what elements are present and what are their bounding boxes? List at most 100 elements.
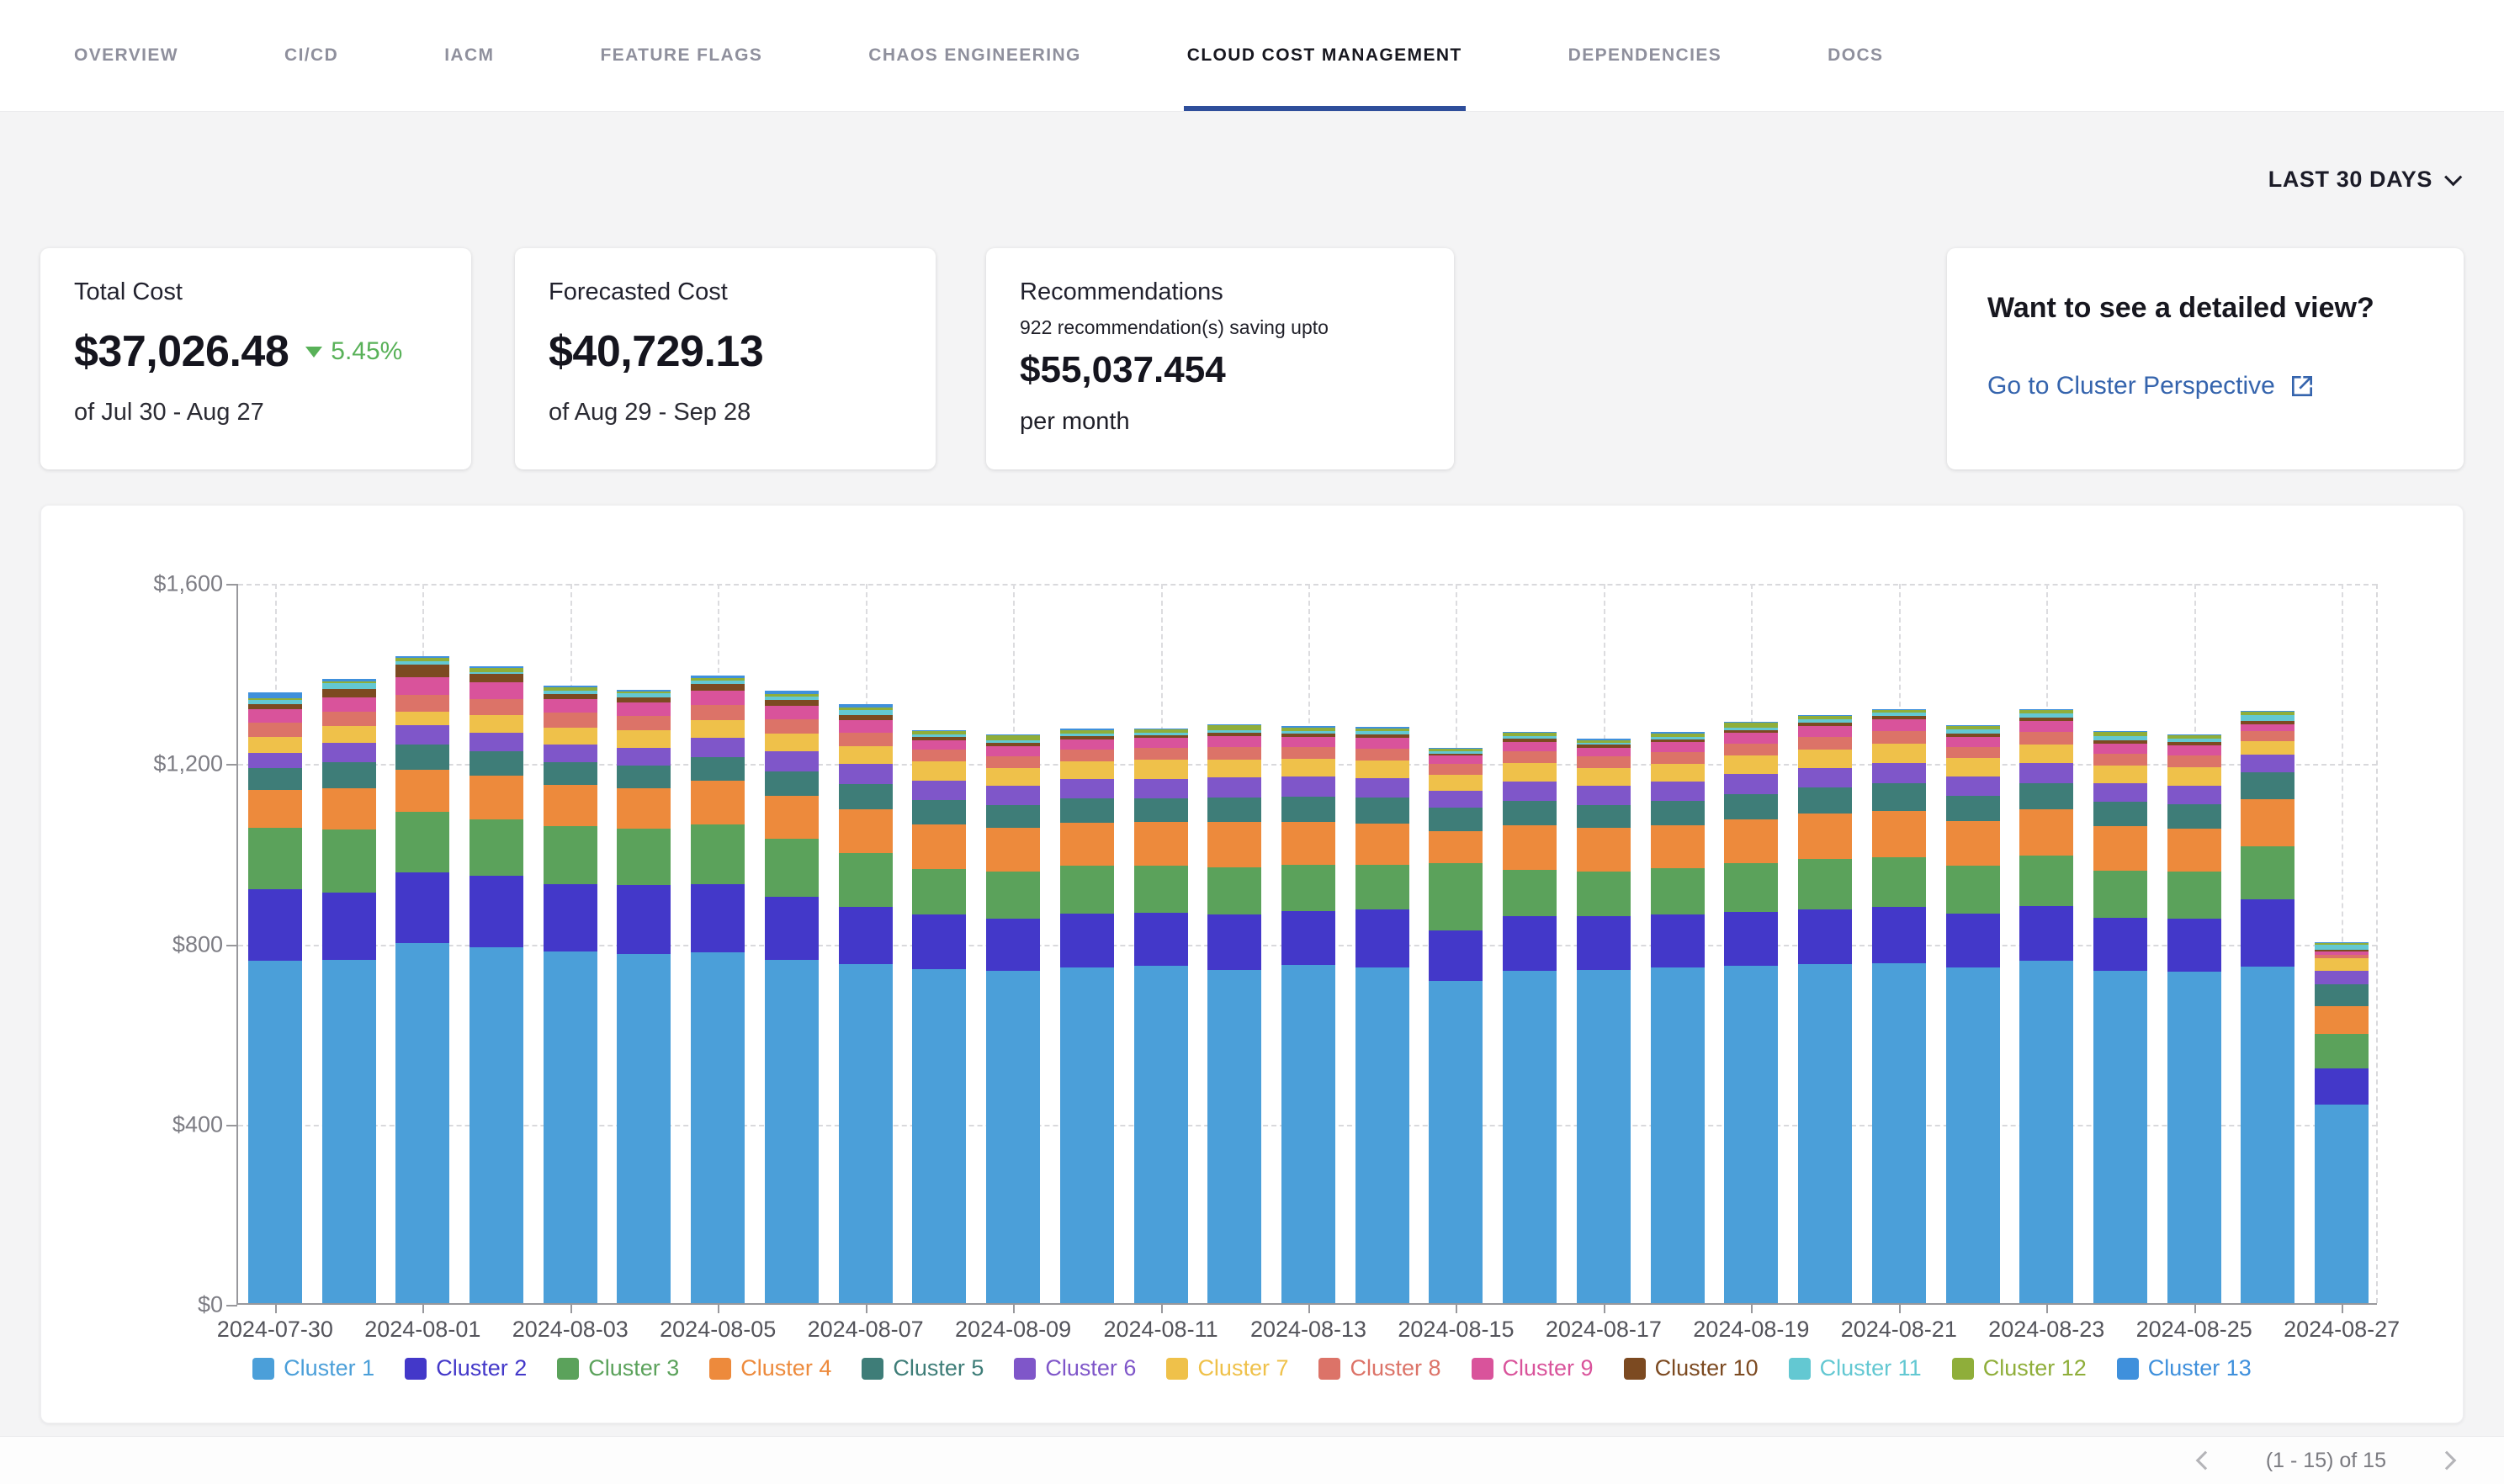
bar-segment-cluster-1[interactable] <box>765 960 819 1303</box>
bar-2024-08-22[interactable] <box>1946 725 2000 1303</box>
bar-segment-cluster-2[interactable] <box>986 919 1040 971</box>
bar-segment-cluster-6[interactable] <box>1429 791 1483 808</box>
bar-segment-cluster-6[interactable] <box>1355 778 1409 797</box>
tab-cicd[interactable]: CI/CD <box>284 0 338 111</box>
bar-segment-cluster-7[interactable] <box>1207 760 1261 777</box>
bar-segment-cluster-9[interactable] <box>1060 739 1114 750</box>
bar-segment-cluster-6[interactable] <box>1724 774 1778 794</box>
bar-segment-cluster-8[interactable] <box>1281 747 1335 759</box>
legend-item-cluster-7[interactable]: Cluster 7 <box>1166 1355 1288 1381</box>
legend-item-cluster-3[interactable]: Cluster 3 <box>557 1355 679 1381</box>
bar-segment-cluster-4[interactable] <box>1281 822 1335 865</box>
bar-segment-cluster-1[interactable] <box>839 964 893 1303</box>
bar-segment-cluster-1[interactable] <box>617 954 671 1303</box>
bar-2024-08-18[interactable] <box>1651 732 1705 1303</box>
bar-2024-08-21[interactable] <box>1872 709 1926 1303</box>
bar-segment-cluster-6[interactable] <box>986 786 1040 804</box>
bar-segment-cluster-8[interactable] <box>470 699 523 715</box>
bar-segment-cluster-3[interactable] <box>2093 871 2147 918</box>
bar-segment-cluster-2[interactable] <box>1355 909 1409 967</box>
bar-segment-cluster-5[interactable] <box>1946 796 2000 821</box>
bar-segment-cluster-6[interactable] <box>1577 786 1631 804</box>
bar-segment-cluster-3[interactable] <box>2241 846 2294 899</box>
bar-segment-cluster-5[interactable] <box>1503 801 1557 825</box>
bar-2024-08-04[interactable] <box>617 690 671 1303</box>
bar-segment-cluster-3[interactable] <box>1281 865 1335 911</box>
chevron-right-icon[interactable] <box>2438 1451 2457 1471</box>
bar-segment-cluster-1[interactable] <box>1798 964 1852 1303</box>
bar-segment-cluster-10[interactable] <box>322 689 376 697</box>
bar-segment-cluster-8[interactable] <box>1134 748 1188 760</box>
bar-segment-cluster-2[interactable] <box>2315 1068 2369 1105</box>
bar-segment-cluster-2[interactable] <box>1134 913 1188 966</box>
bar-segment-cluster-8[interactable] <box>544 713 597 727</box>
bar-segment-cluster-1[interactable] <box>1577 970 1631 1303</box>
bar-segment-cluster-9[interactable] <box>765 706 819 719</box>
bar-segment-cluster-7[interactable] <box>691 720 745 738</box>
bar-segment-cluster-5[interactable] <box>691 757 745 781</box>
bar-segment-cluster-1[interactable] <box>395 943 449 1304</box>
legend-item-cluster-5[interactable]: Cluster 5 <box>862 1355 984 1381</box>
bar-2024-08-05[interactable] <box>691 676 745 1303</box>
tab-feature-flags[interactable]: FEATURE FLAGS <box>600 0 762 111</box>
bar-segment-cluster-7[interactable] <box>470 715 523 733</box>
bar-segment-cluster-5[interactable] <box>544 762 597 785</box>
bar-segment-cluster-5[interactable] <box>2093 802 2147 826</box>
bar-segment-cluster-6[interactable] <box>1134 779 1188 799</box>
bar-segment-cluster-7[interactable] <box>1946 758 2000 776</box>
bar-segment-cluster-6[interactable] <box>1207 777 1261 798</box>
bar-segment-cluster-3[interactable] <box>2315 1034 2369 1069</box>
bar-segment-cluster-2[interactable] <box>544 884 597 951</box>
bar-segment-cluster-6[interactable] <box>2093 783 2147 802</box>
bar-2024-08-17[interactable] <box>1577 739 1631 1303</box>
bar-segment-cluster-9[interactable] <box>248 709 302 723</box>
bar-segment-cluster-8[interactable] <box>248 723 302 738</box>
bar-segment-cluster-5[interactable] <box>2315 984 2369 1006</box>
bar-segment-cluster-5[interactable] <box>765 771 819 796</box>
bar-segment-cluster-1[interactable] <box>2093 971 2147 1303</box>
bar-segment-cluster-9[interactable] <box>1577 748 1631 757</box>
bar-segment-cluster-8[interactable] <box>1798 737 1852 750</box>
bar-segment-cluster-4[interactable] <box>617 788 671 829</box>
bar-segment-cluster-2[interactable] <box>322 893 376 960</box>
bar-segment-cluster-6[interactable] <box>1651 782 1705 800</box>
bar-segment-cluster-5[interactable] <box>1724 794 1778 819</box>
legend-item-cluster-12[interactable]: Cluster 12 <box>1952 1355 2087 1381</box>
bar-segment-cluster-4[interactable] <box>2315 1006 2369 1034</box>
bar-segment-cluster-3[interactable] <box>1134 866 1188 913</box>
legend-item-cluster-1[interactable]: Cluster 1 <box>252 1355 374 1381</box>
bar-segment-cluster-11[interactable] <box>322 683 376 689</box>
bar-segment-cluster-8[interactable] <box>839 733 893 746</box>
bar-segment-cluster-3[interactable] <box>765 839 819 897</box>
bar-segment-cluster-5[interactable] <box>248 768 302 790</box>
bar-segment-cluster-7[interactable] <box>1134 760 1188 778</box>
bar-segment-cluster-3[interactable] <box>248 828 302 889</box>
bar-2024-08-01[interactable] <box>395 656 449 1303</box>
bar-segment-cluster-2[interactable] <box>2241 899 2294 967</box>
bar-segment-cluster-6[interactable] <box>2019 763 2073 783</box>
bar-segment-cluster-1[interactable] <box>2241 967 2294 1303</box>
bar-segment-cluster-5[interactable] <box>1134 798 1188 822</box>
bar-segment-cluster-8[interactable] <box>1577 756 1631 767</box>
bar-segment-cluster-2[interactable] <box>470 876 523 947</box>
bar-segment-cluster-1[interactable] <box>1724 966 1778 1303</box>
bar-segment-cluster-6[interactable] <box>1872 763 1926 784</box>
bar-segment-cluster-8[interactable] <box>1503 751 1557 763</box>
bar-segment-cluster-6[interactable] <box>322 743 376 762</box>
bar-segment-cluster-4[interactable] <box>839 809 893 853</box>
bar-2024-08-20[interactable] <box>1798 715 1852 1303</box>
bar-segment-cluster-3[interactable] <box>2019 856 2073 906</box>
bar-segment-cluster-1[interactable] <box>1872 963 1926 1303</box>
bar-segment-cluster-2[interactable] <box>691 884 745 952</box>
bar-segment-cluster-2[interactable] <box>1281 911 1335 965</box>
bar-segment-cluster-6[interactable] <box>1503 782 1557 802</box>
bar-segment-cluster-9[interactable] <box>2019 721 2073 732</box>
bar-segment-cluster-9[interactable] <box>1134 738 1188 748</box>
legend-item-cluster-6[interactable]: Cluster 6 <box>1014 1355 1136 1381</box>
bar-segment-cluster-3[interactable] <box>986 872 1040 919</box>
bar-segment-cluster-7[interactable] <box>1798 750 1852 767</box>
bar-segment-cluster-10[interactable] <box>691 684 745 690</box>
bar-segment-cluster-8[interactable] <box>1207 747 1261 760</box>
bar-segment-cluster-2[interactable] <box>2019 906 2073 961</box>
bar-segment-cluster-9[interactable] <box>1946 737 2000 747</box>
